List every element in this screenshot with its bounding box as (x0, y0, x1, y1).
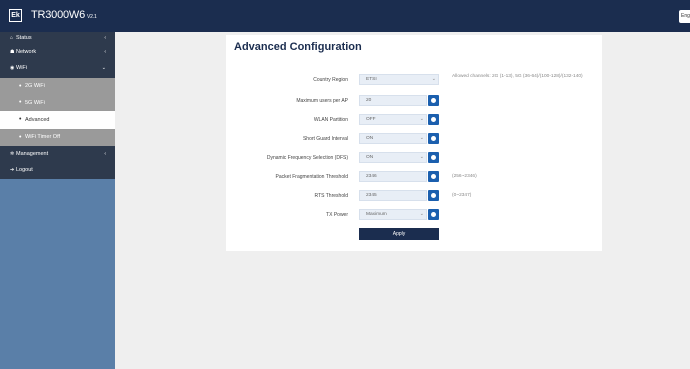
info-button[interactable] (428, 133, 439, 144)
chevron-left-icon: ‹ (104, 151, 106, 157)
info-button[interactable] (428, 190, 439, 201)
select-value: Maximum (366, 212, 387, 217)
chevron-down-icon: ⌄ (419, 135, 424, 141)
bullet-icon: • (19, 83, 22, 90)
select-value: ON (366, 155, 374, 160)
dfs-label: Dynamic Frequency Selection (DFS) (266, 155, 348, 161)
top-bar: Ek TR3000W6V2.1 Engl (0, 0, 690, 32)
sidebar-item-advanced[interactable]: • Advanced (0, 111, 115, 129)
info-button[interactable] (428, 95, 439, 106)
home-icon: ⌂ (10, 35, 14, 41)
sidebar-item-label: Advanced (25, 117, 50, 123)
bullet-icon: • (19, 116, 22, 123)
sidebar-item-network[interactable]: ☗ Network ‹ (0, 45, 115, 59)
sidebar-item-label: Logout (16, 167, 33, 173)
sidebar-item-wifi-timer-off[interactable]: • WiFi Timer Off (0, 129, 115, 146)
wlan-partition-label: WLAN Partition (313, 117, 348, 123)
max-users-label: Maximum users per AP (296, 98, 348, 104)
model-name: TR3000W6 (31, 9, 86, 21)
logout-icon: ➔ (10, 167, 15, 173)
chevron-down-icon: ⌄ (419, 211, 424, 217)
sidebar-item-label: Management (16, 151, 49, 157)
apply-button[interactable]: Apply (359, 228, 439, 240)
select-value: OFF (366, 117, 376, 122)
short-guard-select[interactable]: ON ⌄ (359, 133, 427, 144)
rts-label: RTS Threshold (314, 193, 348, 199)
fragmentation-hint: (256~2346) (452, 174, 477, 179)
info-button[interactable] (428, 171, 439, 182)
input-value: 2346 (366, 174, 377, 179)
wlan-partition-select[interactable]: OFF ⌄ (359, 114, 427, 125)
sidebar-item-label: Status (16, 35, 32, 41)
tx-power-label: TX Power (326, 212, 348, 218)
fragmentation-input[interactable]: 2346 (359, 171, 427, 182)
logo: Ek (9, 9, 22, 22)
chevron-left-icon: ‹ (104, 49, 106, 55)
bullet-icon: • (19, 134, 22, 141)
info-button[interactable] (428, 114, 439, 125)
chevron-down-icon: ⌄ (101, 65, 106, 71)
input-value: 2345 (366, 193, 377, 198)
dfs-select[interactable]: ON ⌄ (359, 152, 427, 163)
sidebar-item-5g-wifi[interactable]: • 5G WiFi (0, 95, 115, 111)
country-region-hint: Allowed channels: 2G (1-13), 5G (36-64)/… (452, 74, 583, 79)
sidebar-item-status[interactable]: ⌂ Status ‹ (0, 32, 115, 45)
rts-hint: (0~2347) (452, 193, 472, 198)
version-label: V2.1 (87, 14, 97, 20)
sidebar-item-logout[interactable]: ➔ Logout (0, 162, 115, 179)
input-value: 20 (366, 98, 372, 103)
sidebar-item-management[interactable]: ✲ Management ‹ (0, 146, 115, 162)
chevron-left-icon: ‹ (104, 35, 106, 41)
sidebar-item-label: WiFi (16, 65, 27, 71)
sidebar-item-label: 2G WiFi (25, 83, 45, 89)
fragmentation-label: Packet Fragmentation Threshold (275, 174, 348, 180)
chevron-down-icon: ⌄ (431, 76, 436, 82)
sidebar-item-2g-wifi[interactable]: • 2G WiFi (0, 78, 115, 95)
sidebar-item-label: WiFi Timer Off (25, 134, 61, 140)
sidebar-item-wifi[interactable]: ◉ WiFi ⌄ (0, 59, 115, 78)
advanced-config-panel: Advanced Configuration Country Region ET… (226, 35, 602, 251)
country-region-label: Country Region (313, 77, 348, 83)
tx-power-select[interactable]: Maximum ⌄ (359, 209, 427, 220)
bullet-icon: • (19, 99, 22, 106)
wifi-icon: ◉ (10, 65, 15, 71)
gear-icon: ✲ (10, 151, 15, 157)
language-button[interactable]: Engl (679, 10, 690, 23)
short-guard-label: Short Guard Interval (302, 136, 348, 142)
select-value: ON (366, 136, 374, 141)
network-icon: ☗ (10, 49, 15, 55)
sidebar-item-label: Network (16, 49, 37, 55)
select-value: ETSI (366, 77, 377, 82)
max-users-input[interactable]: 20 (359, 95, 427, 106)
chevron-down-icon: ⌄ (419, 154, 424, 160)
sidebar-item-label: 5G WiFi (25, 100, 45, 106)
page-title: Advanced Configuration (234, 41, 362, 53)
chevron-down-icon: ⌄ (419, 116, 424, 122)
rts-input[interactable]: 2345 (359, 190, 427, 201)
info-button[interactable] (428, 209, 439, 220)
brand-title: TR3000W6 V2.1 (31, 9, 97, 24)
info-button[interactable] (428, 152, 439, 163)
sidebar: ⌂ Status ‹ ☗ Network ‹ ◉ WiFi ⌄ • 2G WiF… (0, 32, 115, 369)
country-region-select[interactable]: ETSI ⌄ (359, 74, 439, 85)
